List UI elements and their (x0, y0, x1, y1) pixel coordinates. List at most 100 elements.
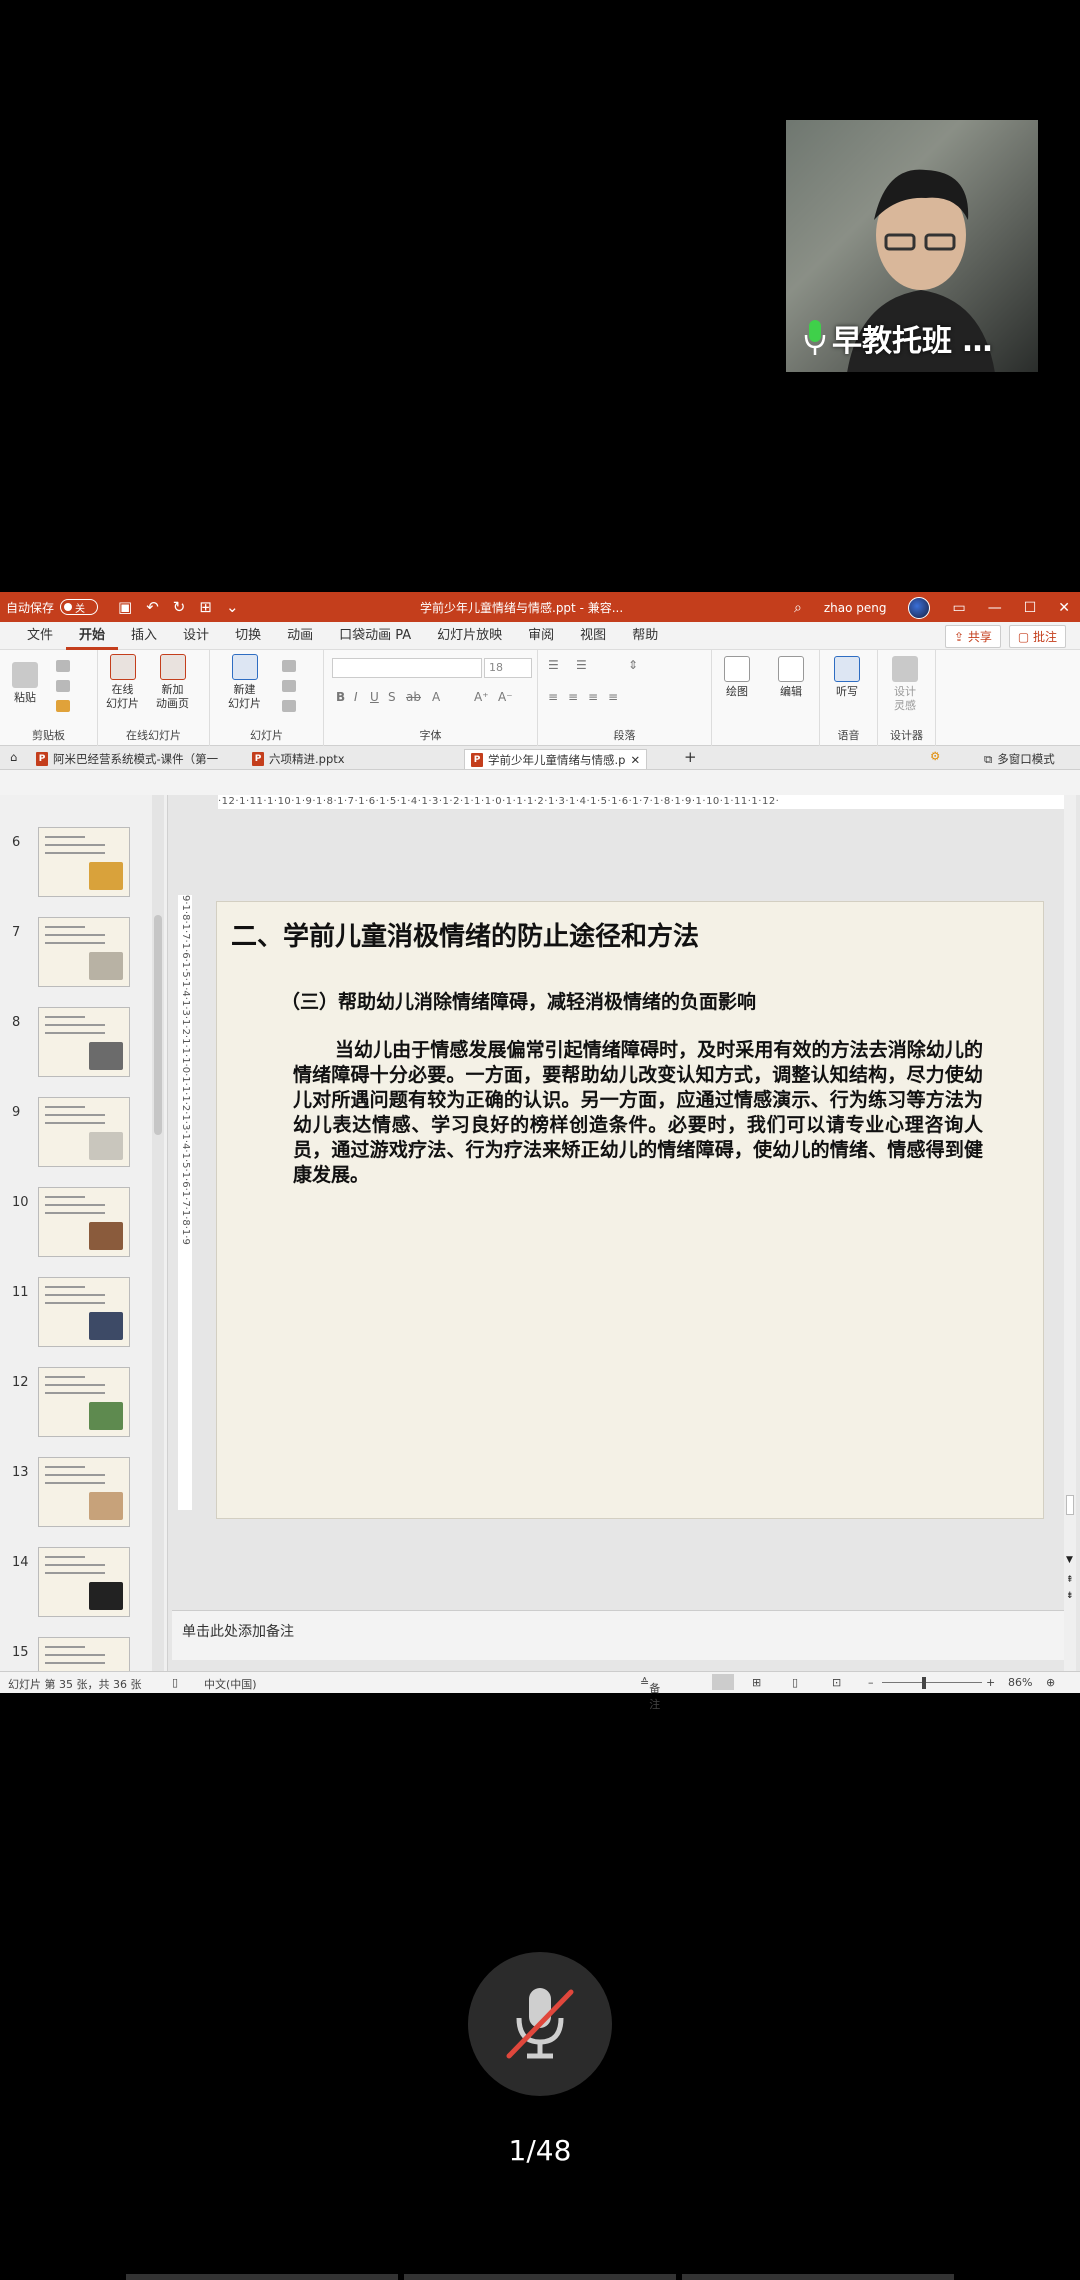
language[interactable]: 中文(中国) (204, 1676, 257, 1692)
close-tab-icon[interactable]: ✕ (630, 753, 640, 767)
zoom-out-icon[interactable]: – (868, 1676, 874, 1689)
tab-design[interactable]: 设计 (170, 622, 222, 650)
current-slide[interactable]: 二、学前儿童消极情绪的防止途径和方法 （三）帮助幼儿消除情绪障碍，减轻消极情绪的… (216, 901, 1044, 1519)
slide-thumbnail[interactable]: 11 (0, 1277, 150, 1357)
draw-button[interactable]: 绘图 (724, 656, 750, 699)
previous-slide-icon[interactable]: ⇞ (1066, 1575, 1074, 1585)
doc-tab-2[interactable]: P 六项精进.pptx (246, 749, 351, 769)
slide-sorter-icon[interactable]: ⊞ (752, 1676, 761, 1689)
tab-file[interactable]: 文件 (14, 622, 66, 650)
slide-preview[interactable] (38, 1187, 130, 1257)
slide-preview[interactable] (38, 1007, 130, 1077)
customize-icon[interactable]: ⌄ (226, 598, 239, 616)
new-slide-button[interactable]: 新建 幻灯片 (228, 654, 261, 711)
slide-title[interactable]: 二、学前儿童消极情绪的防止途径和方法 (231, 916, 699, 953)
slide-preview[interactable] (38, 1637, 130, 1671)
slide-thumbnail[interactable]: 6 (0, 827, 150, 907)
doc-tab-3[interactable]: P 学前少年儿童情绪与情感.p ✕ (464, 749, 648, 769)
align-right-icon[interactable]: ≡ (588, 690, 598, 704)
mute-button[interactable] (468, 1952, 612, 2096)
zoom-level[interactable]: 86% (1008, 1676, 1032, 1689)
slide-body[interactable]: 当幼儿由于情感发展偏常引起情绪障碍时，及时采用有效的方法去消除幼儿的情绪障碍十分… (293, 1038, 983, 1188)
copy-icon[interactable] (56, 680, 70, 692)
italic-icon[interactable]: I (354, 690, 358, 704)
new-animation-page-button[interactable]: 新加 动画页 (156, 654, 189, 711)
user-avatar[interactable] (908, 597, 931, 619)
format-painter-icon[interactable] (56, 700, 70, 712)
notes-toggle[interactable]: ≙ 备注 (640, 1676, 660, 1711)
participant-video[interactable]: 早教托班 … (786, 120, 1038, 372)
slide-preview[interactable] (38, 1277, 130, 1347)
close-icon[interactable]: ✕ (1058, 600, 1070, 616)
cut-icon[interactable] (56, 660, 70, 672)
underline-icon[interactable]: U (370, 690, 379, 704)
align-left-icon[interactable]: ≡ (548, 690, 558, 704)
new-tab-icon[interactable]: + (684, 748, 697, 766)
slide-preview[interactable] (38, 1547, 130, 1617)
slide-preview[interactable] (38, 917, 130, 987)
share-button[interactable]: ⇪ 共享 (944, 625, 1001, 648)
strikethrough-icon[interactable]: ab (406, 690, 421, 704)
tab-transitions[interactable]: 切换 (222, 622, 274, 650)
editor-scroll-knob[interactable] (1066, 1495, 1074, 1515)
slide-thumbnail[interactable]: 13 (0, 1457, 150, 1537)
tab-animations[interactable]: 动画 (274, 622, 326, 650)
thumbnails-scrollbar[interactable] (152, 795, 164, 1671)
fit-to-window-icon[interactable]: ⊕ (1046, 1676, 1055, 1689)
slide-subtitle[interactable]: （三）帮助幼儿消除情绪障碍，减轻消极情绪的负面影响 (281, 987, 756, 1014)
multi-window-button[interactable]: ⧉ 多窗口模式 (978, 749, 1061, 769)
zoom-in-icon[interactable]: + (986, 1676, 995, 1689)
slide-thumbnail[interactable]: 7 (0, 917, 150, 997)
tab-review[interactable]: 审阅 (515, 622, 567, 650)
tabs-menu-icon[interactable]: ⌂ (10, 750, 17, 764)
slide-preview[interactable] (38, 1457, 130, 1527)
scroll-knob[interactable] (154, 915, 162, 1135)
justify-icon[interactable]: ≡ (608, 690, 618, 704)
save-icon[interactable]: ▣ (118, 598, 132, 616)
dictate-button[interactable]: 听写 (834, 656, 860, 699)
grow-font-icon[interactable]: A⁺ (474, 690, 489, 704)
slide-thumbnail[interactable]: 15 (0, 1637, 150, 1671)
slide-preview[interactable] (38, 1367, 130, 1437)
slide-preview[interactable] (38, 1097, 130, 1167)
tab-pocket-animation[interactable]: 口袋动画 PA (326, 622, 424, 650)
redo-icon[interactable]: ↻ (173, 598, 186, 616)
tab-view[interactable]: 视图 (567, 622, 619, 650)
numbering-icon[interactable]: ☰ (576, 658, 587, 672)
reading-view-icon[interactable]: ▯ (792, 1676, 798, 1689)
tab-help[interactable]: 帮助 (619, 622, 671, 650)
autosave-toggle[interactable]: 关 (60, 599, 99, 615)
font-name-box[interactable] (332, 658, 482, 678)
presenter-icon[interactable]: ⊞ (199, 598, 212, 616)
reset-icon[interactable] (282, 680, 296, 692)
editor-scrollbar[interactable]: ▼ ⇞ ⇟ (1064, 795, 1076, 1671)
font-color-icon[interactable]: A (432, 690, 440, 704)
slide-thumbnail[interactable]: 8 (0, 1007, 150, 1087)
layout-icon[interactable] (282, 660, 296, 672)
notes-pane[interactable]: 单击此处添加备注 (172, 1610, 1064, 1660)
bold-icon[interactable]: B (336, 690, 345, 704)
minimize-icon[interactable]: — (988, 600, 1002, 616)
accessibility-icon[interactable]: ▯ (172, 1676, 178, 1689)
slide-thumbnail[interactable]: 12 (0, 1367, 150, 1447)
ribbon-display-icon[interactable]: ▭ (952, 600, 965, 616)
line-spacing-icon[interactable]: ⇕ (628, 658, 638, 672)
tab-home[interactable]: 开始 (66, 622, 119, 650)
slideshow-view-icon[interactable]: ⊡ (832, 1676, 841, 1689)
slide-thumbnail[interactable]: 10 (0, 1187, 150, 1267)
edit-button[interactable]: 编辑 (778, 656, 804, 699)
zoom-slider[interactable] (882, 1682, 982, 1683)
shadow-icon[interactable]: S (388, 690, 396, 704)
slide-thumbnail[interactable]: 14 (0, 1547, 150, 1627)
doc-tab-1[interactable]: P 阿米巴经营系统模式-课件（第一 (30, 749, 224, 769)
undo-icon[interactable]: ↶ (146, 598, 159, 616)
section-icon[interactable] (282, 700, 296, 712)
align-center-icon[interactable]: ≡ (568, 690, 578, 704)
bullets-icon[interactable]: ☰ (548, 658, 559, 672)
shrink-font-icon[interactable]: A⁻ (498, 690, 513, 704)
slide-thumbnail[interactable]: 9 (0, 1097, 150, 1177)
normal-view-icon[interactable] (712, 1674, 734, 1690)
tab-slideshow[interactable]: 幻灯片放映 (424, 622, 515, 650)
next-slide-icon[interactable]: ⇟ (1066, 1591, 1074, 1601)
scroll-down-icon[interactable]: ▼ (1066, 1555, 1073, 1565)
